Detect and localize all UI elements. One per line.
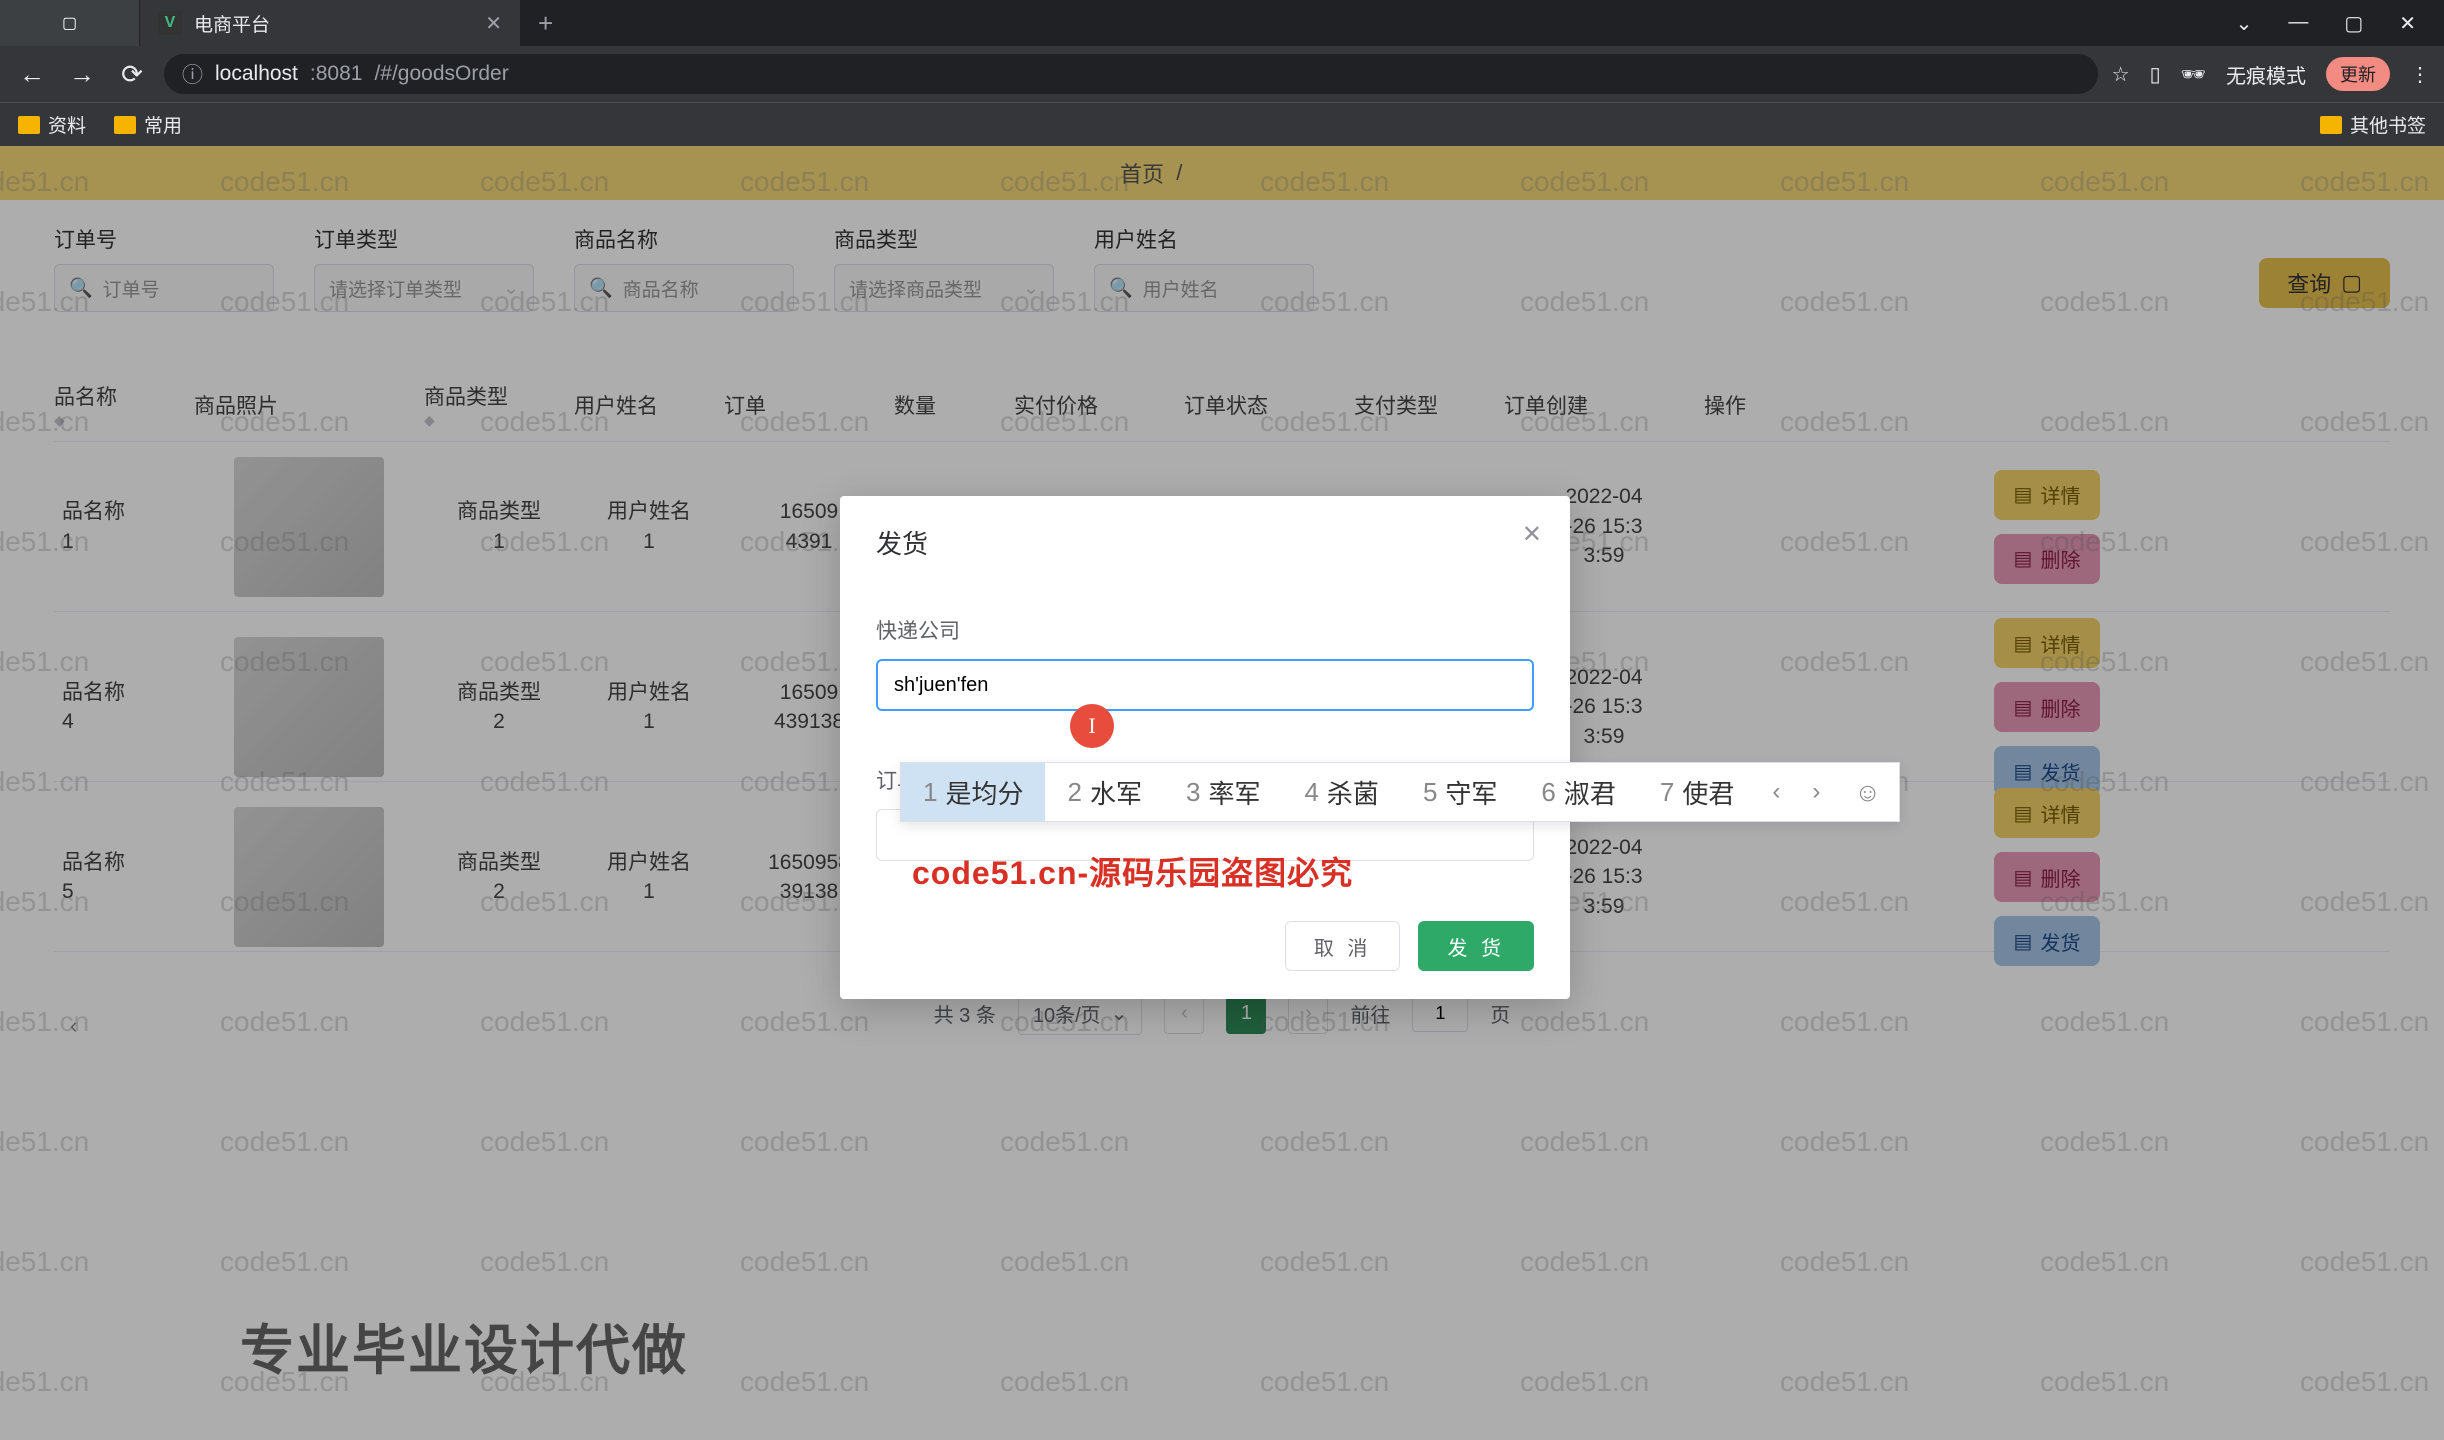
ime-candidate-bar: 1 是均分 2 水军 3 率军 4 杀菌 5 守军 6 淑君 7 使君 ‹›☺ bbox=[900, 762, 1900, 822]
ime-candidate[interactable]: 7 使君 bbox=[1638, 763, 1756, 821]
ime-text: 率军 bbox=[1208, 774, 1260, 811]
folder-icon bbox=[2320, 116, 2342, 134]
ime-text: 守军 bbox=[1445, 774, 1497, 811]
update-button[interactable]: 更新 bbox=[2326, 57, 2390, 91]
ime-candidate[interactable]: 2 水军 bbox=[1045, 763, 1163, 821]
address-bar: ← → ⟳ ⓘ localhost:8081/#/goodsOrder ☆ ▯ … bbox=[0, 46, 2444, 102]
folder-icon bbox=[18, 116, 40, 134]
ime-text: 杀菌 bbox=[1327, 774, 1379, 811]
cursor-marker-icon: I bbox=[1070, 704, 1114, 748]
browser-chrome: ▢ V 电商平台 ✕ + ⌄ — ▢ ✕ ← → ⟳ ⓘ localhost :8… bbox=[0, 0, 2444, 146]
ime-emoji-icon[interactable]: ☺ bbox=[1836, 777, 1899, 808]
overlay-copyright-text: code51.cn-源码乐园盗图必究 bbox=[912, 848, 1353, 894]
tab-spacer: ▢ bbox=[0, 0, 140, 46]
bookmark-label: 其他书签 bbox=[2350, 111, 2426, 138]
incognito-label: 无痕模式 bbox=[2226, 60, 2306, 89]
bookmark-label: 资料 bbox=[48, 111, 86, 138]
ime-number: 6 bbox=[1541, 777, 1555, 808]
ime-number: 5 bbox=[1423, 777, 1437, 808]
browser-tab[interactable]: V 电商平台 ✕ bbox=[140, 0, 520, 46]
bookmark-item[interactable]: 常用 bbox=[114, 111, 182, 138]
window-controls: ⌄ — ▢ ✕ bbox=[2236, 11, 2444, 36]
ime-candidate[interactable]: 5 守军 bbox=[1401, 763, 1519, 821]
dialog-title: 发货 bbox=[876, 524, 1534, 561]
bookmark-label: 常用 bbox=[144, 111, 182, 138]
ime-text: 水军 bbox=[1090, 774, 1142, 811]
close-icon[interactable]: ✕ bbox=[1522, 520, 1542, 549]
folder-icon bbox=[114, 116, 136, 134]
maximize-icon[interactable]: ▢ bbox=[2344, 11, 2363, 36]
ime-candidate[interactable]: 3 率军 bbox=[1164, 763, 1282, 821]
incognito-icon: 🕶 bbox=[2181, 62, 2206, 87]
ime-next-icon[interactable]: › bbox=[1796, 778, 1836, 806]
new-tab-button[interactable]: + bbox=[520, 8, 571, 39]
confirm-ship-button[interactable]: 发 货 bbox=[1418, 921, 1534, 971]
reload-icon[interactable]: ⟳ bbox=[114, 59, 150, 90]
back-icon[interactable]: ← bbox=[14, 59, 50, 90]
ime-candidate[interactable]: 4 杀菌 bbox=[1282, 763, 1400, 821]
ime-number: 4 bbox=[1304, 777, 1318, 808]
chevron-down-icon[interactable]: ⌄ bbox=[2236, 11, 2253, 36]
cancel-button[interactable]: 取 消 bbox=[1285, 921, 1401, 971]
page: 首页 / 订单号 🔍订单号 订单类型 请选择订单类型⌄ 商品名称 🔍商品名称 商… bbox=[0, 146, 2444, 1440]
ime-candidate[interactable]: 1 是均分 bbox=[901, 763, 1045, 821]
panel-icon[interactable]: ▯ bbox=[2150, 62, 2161, 87]
info-icon: ⓘ bbox=[182, 59, 203, 89]
menu-icon[interactable]: ⋮ bbox=[2410, 62, 2430, 87]
tab-title: 电商平台 bbox=[194, 10, 473, 37]
bookmark-item[interactable]: 资料 bbox=[18, 111, 86, 138]
minimize-icon[interactable]: — bbox=[2288, 11, 2308, 36]
star-icon[interactable]: ☆ bbox=[2112, 62, 2130, 87]
url-input[interactable]: ⓘ localhost :8081 /#/goodsOrder bbox=[164, 54, 2098, 94]
favicon: V bbox=[158, 11, 182, 35]
close-window-icon[interactable]: ✕ bbox=[2399, 11, 2416, 36]
forward-icon[interactable]: → bbox=[64, 59, 100, 90]
ime-text: 淑君 bbox=[1564, 774, 1616, 811]
url-port: :8081 bbox=[310, 62, 363, 86]
other-bookmarks[interactable]: 其他书签 bbox=[2320, 111, 2426, 138]
url-host: localhost bbox=[215, 62, 298, 86]
ime-candidate[interactable]: 6 淑君 bbox=[1519, 763, 1637, 821]
close-tab-icon[interactable]: ✕ bbox=[485, 11, 502, 36]
ime-number: 3 bbox=[1186, 777, 1200, 808]
form-label-courier: 快递公司 bbox=[876, 615, 1534, 645]
ime-number: 1 bbox=[923, 777, 937, 808]
url-path: /#/goodsOrder bbox=[374, 62, 508, 86]
ime-number: 7 bbox=[1660, 777, 1674, 808]
ime-number: 2 bbox=[1067, 777, 1081, 808]
bookmarks-bar: 资料 常用 其他书签 bbox=[0, 102, 2444, 146]
ime-text: 是均分 bbox=[945, 774, 1023, 811]
tab-bar: ▢ V 电商平台 ✕ + ⌄ — ▢ ✕ bbox=[0, 0, 2444, 46]
ship-dialog: 发货 ✕ 快递公司 订单快递单号 取 消 发 货 bbox=[840, 496, 1570, 999]
courier-company-input[interactable] bbox=[876, 659, 1534, 711]
ime-text: 使君 bbox=[1682, 774, 1734, 811]
ime-prev-icon[interactable]: ‹ bbox=[1756, 778, 1796, 806]
